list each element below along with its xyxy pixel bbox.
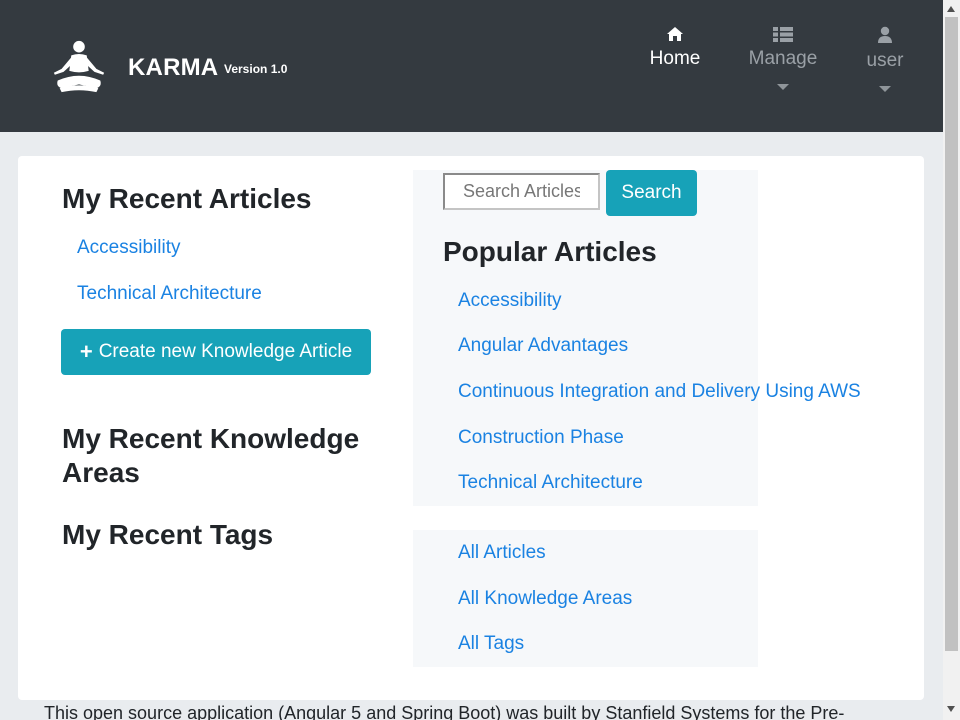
brand-name[interactable]: KARMA — [128, 54, 218, 82]
top-navbar: KARMA Version 1.0 Home Manage user — [0, 0, 943, 132]
version-label: Version 1.0 — [224, 62, 288, 76]
user-icon — [878, 26, 892, 43]
popular-article-link[interactable]: Technical Architecture — [458, 472, 643, 494]
popular-article-link[interactable]: Accessibility — [458, 290, 561, 312]
nav-user-label: user — [866, 50, 904, 71]
search-button[interactable]: Search — [606, 170, 697, 216]
popular-article-link[interactable]: Construction Phase — [458, 427, 624, 449]
create-article-label: Create new Knowledge Article — [98, 341, 353, 362]
search-input[interactable] — [443, 173, 600, 210]
nav-manage-dropdown[interactable]: Manage — [744, 26, 822, 90]
nav-home-label: Home — [649, 48, 701, 69]
popular-article-link[interactable]: Continuous Integration and Delivery Usin… — [458, 381, 861, 403]
nav-manage-label: Manage — [748, 48, 818, 69]
scroll-down-arrow-icon[interactable] — [947, 706, 955, 712]
page-scrollbar[interactable] — [943, 0, 960, 720]
recent-article-link[interactable]: Technical Architecture — [77, 283, 262, 305]
nav-user-dropdown[interactable]: user — [858, 26, 912, 92]
plus-icon: + — [79, 339, 93, 364]
meditation-logo-icon — [53, 40, 105, 93]
all-knowledge-areas-link[interactable]: All Knowledge Areas — [458, 588, 632, 610]
scrollbar-thumb[interactable] — [945, 17, 958, 651]
create-article-button[interactable]: + Create new Knowledge Article — [61, 329, 371, 375]
nav-home[interactable]: Home — [644, 26, 706, 70]
popular-articles-heading: Popular Articles — [443, 236, 657, 267]
popular-article-link[interactable]: Angular Advantages — [458, 335, 628, 357]
scroll-up-arrow-icon[interactable] — [947, 6, 955, 12]
all-tags-link[interactable]: All Tags — [458, 633, 524, 655]
recent-article-link[interactable]: Accessibility — [77, 237, 180, 259]
recent-tags-heading: My Recent Tags — [62, 519, 274, 550]
recent-articles-heading: My Recent Articles — [62, 183, 312, 214]
list-icon — [773, 27, 793, 42]
all-articles-link[interactable]: All Articles — [458, 542, 546, 564]
recent-knowledge-areas-heading: My Recent Knowledge Areas — [62, 423, 360, 488]
footer-text: This open source application (Angular 5 … — [44, 703, 845, 720]
caret-down-icon — [879, 86, 891, 92]
caret-down-icon — [777, 84, 789, 90]
home-icon — [667, 27, 683, 41]
